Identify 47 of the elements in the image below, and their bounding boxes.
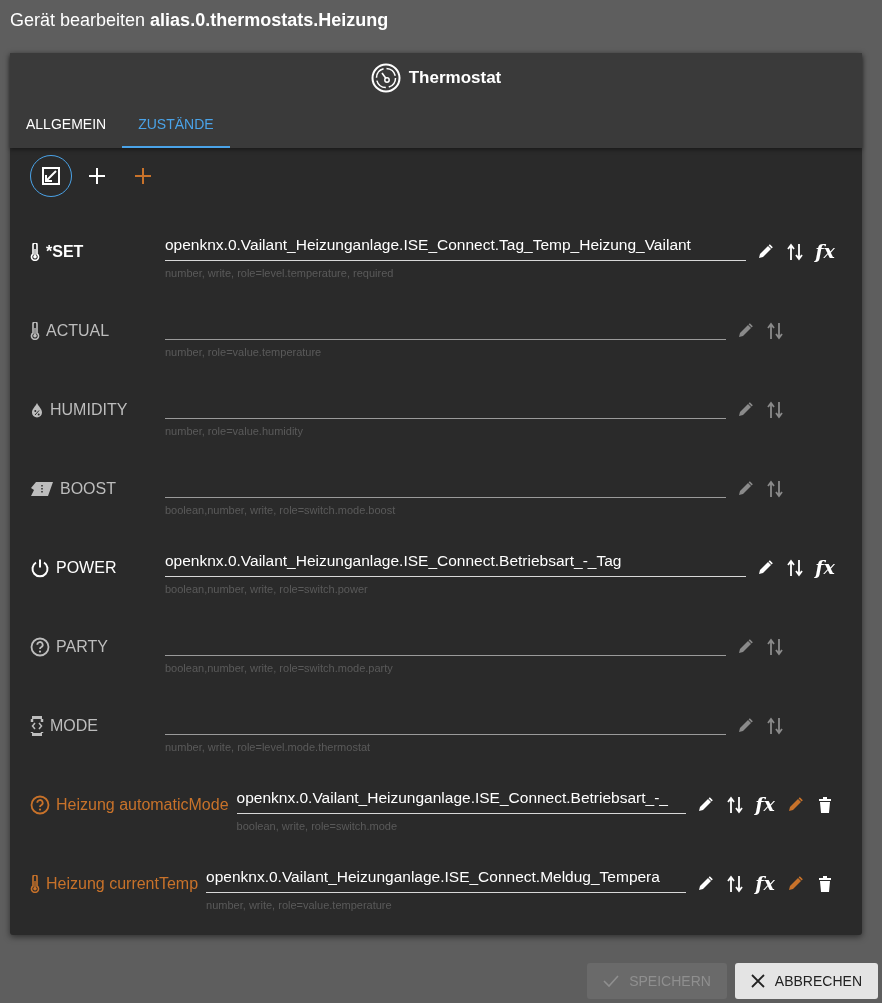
state-label: *SET bbox=[46, 241, 84, 262]
device-title: Thermostat bbox=[408, 67, 502, 90]
input-field[interactable]: openknx.0.Vailant_Heizunganlage.ISE_Connect.Meldug_Tempera bbox=[206, 865, 686, 894]
plus-icon bbox=[134, 166, 152, 185]
swap-arrows-icon[interactable] bbox=[787, 242, 803, 261]
state-label: BOOST bbox=[60, 478, 116, 499]
dialog-title: Gerät bearbeiten alias.0.thermostats.Heizung bbox=[9, 9, 390, 32]
mode-icon bbox=[30, 714, 44, 737]
pencil-icon[interactable] bbox=[757, 243, 773, 260]
state-label: ACTUAL bbox=[46, 320, 110, 341]
pencil-icon[interactable] bbox=[757, 559, 773, 576]
formula-icon[interactable]: fx bbox=[755, 874, 775, 893]
thermometer-icon bbox=[30, 242, 40, 261]
state-label: POWER bbox=[56, 557, 117, 578]
help-circle-icon bbox=[30, 636, 50, 657]
swap-arrows-icon[interactable] bbox=[727, 795, 743, 814]
tab[interactable]: ZUSTÄNDE bbox=[122, 103, 230, 148]
trash-icon[interactable] bbox=[818, 875, 832, 892]
input-field[interactable]: openknx.0.Vailant_Heizunganlage.ISE_Connect.Betriebsart_-_Tag bbox=[165, 549, 746, 578]
power-icon bbox=[30, 557, 50, 578]
close-icon bbox=[750, 974, 765, 988]
state-label: Heizung automaticMode bbox=[56, 794, 229, 815]
humidity-drop-icon bbox=[30, 401, 44, 418]
resize-icon bbox=[42, 166, 60, 185]
state-label: MODE bbox=[50, 715, 98, 736]
cancel-button[interactable]: ABBRECHEN bbox=[734, 963, 878, 999]
thermometer-icon bbox=[30, 321, 40, 340]
trash-icon[interactable] bbox=[818, 796, 832, 813]
thermostat-icon bbox=[370, 63, 401, 93]
state-label: HUMIDITY bbox=[50, 399, 128, 420]
state-label: PARTY bbox=[56, 636, 108, 657]
pencil-icon[interactable] bbox=[697, 796, 713, 813]
input-field[interactable]: openknx.0.Vailant_Heizunganlage.ISE_Connect.Betriebsart_-_ bbox=[236, 786, 686, 815]
ticket-icon bbox=[30, 480, 54, 497]
formula-icon[interactable]: fx bbox=[815, 558, 835, 577]
help-circle-icon bbox=[30, 794, 50, 815]
plus-icon bbox=[88, 166, 106, 185]
swap-arrows-icon[interactable] bbox=[727, 874, 743, 893]
pencil-icon[interactable] bbox=[697, 875, 713, 892]
swap-arrows-icon[interactable] bbox=[787, 558, 803, 577]
input-field[interactable]: openknx.0.Vailant_Heizunganlage.ISE_Connect.Tag_Temp_Heizung_Vailant bbox=[165, 233, 746, 262]
state-label: Heizung currentTemp bbox=[46, 873, 199, 894]
formula-icon[interactable]: fx bbox=[755, 795, 775, 814]
formula-icon[interactable]: fx bbox=[815, 242, 835, 261]
check-icon bbox=[603, 974, 620, 988]
tab[interactable]: ALLGEMEIN bbox=[10, 103, 123, 148]
thermometer-icon bbox=[30, 874, 40, 893]
